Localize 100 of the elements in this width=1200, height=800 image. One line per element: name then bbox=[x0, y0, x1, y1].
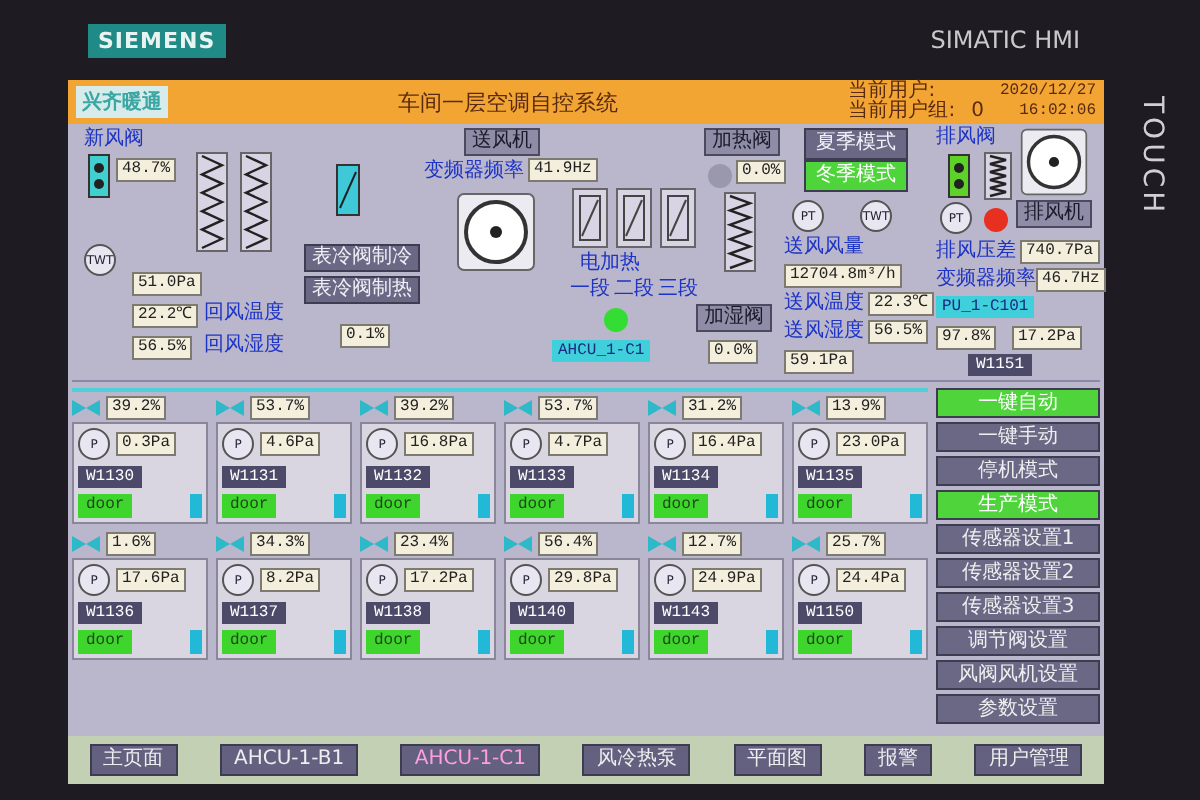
outlet-icon bbox=[622, 494, 634, 518]
door-indicator: door bbox=[222, 630, 277, 654]
exhaust-pressure: 740.7Pa bbox=[1020, 240, 1100, 264]
outlet-icon bbox=[910, 494, 922, 518]
room-name: W1151 bbox=[968, 354, 1033, 376]
valve-mode-button[interactable]: 表冷阀制冷 bbox=[304, 244, 420, 272]
heater-icon bbox=[572, 188, 608, 248]
room-name: W1133 bbox=[510, 466, 575, 488]
control-button[interactable]: 参数设置 bbox=[936, 694, 1100, 724]
room-pressure: 4.6Pa bbox=[260, 432, 321, 456]
valve-icon bbox=[72, 536, 100, 552]
valve-opening: 39.2% bbox=[394, 396, 455, 420]
control-button[interactable]: 传感器设置3 bbox=[936, 592, 1100, 622]
room-pressure: 24.9Pa bbox=[692, 568, 762, 592]
valve-opening: 0.0% bbox=[708, 340, 759, 364]
supply-humidity-label: 送风湿度 bbox=[784, 320, 864, 342]
coil-drawing bbox=[196, 152, 228, 252]
nav-button[interactable]: 主页面 bbox=[89, 744, 178, 776]
brand-badge: SIEMENS bbox=[88, 23, 226, 57]
room-pressure: 29.8Pa bbox=[548, 568, 618, 592]
outlet-icon bbox=[190, 494, 202, 518]
door-indicator: door bbox=[510, 494, 565, 518]
heater-icon bbox=[660, 188, 696, 248]
door-indicator: door bbox=[366, 630, 421, 654]
heater-stage-label: 二段 bbox=[614, 278, 654, 300]
valve-opening: 56.4% bbox=[538, 532, 599, 556]
airflow-label: 送风风量 bbox=[784, 236, 864, 258]
control-button[interactable]: 传感器设置2 bbox=[936, 558, 1100, 588]
valve-opening: 12.7% bbox=[682, 532, 743, 556]
valve-label: 加热阀 bbox=[704, 128, 780, 156]
fan-label: 送风机 bbox=[464, 128, 540, 156]
valve-opening: 31.2% bbox=[682, 396, 743, 420]
frequency-label: 变频器频率 bbox=[936, 268, 1036, 290]
valve-opening: 0.1% bbox=[340, 324, 391, 348]
heater-label: 电加热 bbox=[580, 252, 640, 274]
user-label: 当前用户: bbox=[848, 82, 936, 102]
outlet-icon bbox=[190, 630, 202, 654]
nav-button[interactable]: AHCU-1-B1 bbox=[219, 744, 359, 776]
control-button[interactable]: 停机模式 bbox=[936, 456, 1100, 486]
supply-pressure: 59.1Pa bbox=[784, 350, 854, 374]
room-pressure: 8.2Pa bbox=[260, 568, 321, 592]
damper-icon bbox=[948, 154, 970, 198]
supply-temperature: 22.3℃ bbox=[868, 292, 935, 316]
nav-button[interactable]: AHCU-1-C1 bbox=[400, 744, 541, 776]
valve-icon bbox=[504, 536, 532, 552]
damper-label: 排风阀 bbox=[936, 126, 996, 148]
valve-opening: 53.7% bbox=[250, 396, 311, 420]
room-name: W1138 bbox=[366, 602, 431, 624]
frequency-label: 变频器频率 bbox=[424, 160, 524, 182]
damper-opening: 48.7% bbox=[116, 158, 177, 182]
control-button[interactable]: 传感器设置1 bbox=[936, 524, 1100, 554]
time-text: 16:02:06 bbox=[1019, 102, 1096, 122]
room-name: W1134 bbox=[654, 466, 719, 488]
door-indicator: door bbox=[654, 494, 709, 518]
nav-button[interactable]: 风冷热泵 bbox=[582, 744, 691, 776]
valve-icon bbox=[792, 400, 820, 416]
airflow-value: 12704.8m³/h bbox=[784, 264, 902, 288]
nav-button[interactable]: 报警 bbox=[864, 744, 932, 776]
outlet-icon bbox=[910, 630, 922, 654]
room-pressure: 4.7Pa bbox=[548, 432, 609, 456]
nav-button[interactable]: 平面图 bbox=[733, 744, 822, 776]
nav-button[interactable]: 用户管理 bbox=[974, 744, 1083, 776]
door-indicator: door bbox=[510, 630, 565, 654]
door-indicator: door bbox=[366, 494, 421, 518]
door-indicator: door bbox=[798, 494, 853, 518]
valve-label: 加湿阀 bbox=[696, 304, 772, 332]
return-temperature-label: 回风温度 bbox=[204, 302, 284, 324]
control-button[interactable]: 一键手动 bbox=[936, 422, 1100, 452]
room-name: W1130 bbox=[78, 466, 143, 488]
valve-icon bbox=[360, 536, 388, 552]
control-button[interactable]: 风阀风机设置 bbox=[936, 660, 1100, 690]
unit-name: PU_1-C101 bbox=[936, 296, 1035, 318]
outlet-icon bbox=[766, 630, 778, 654]
heater-stage-label: 三段 bbox=[658, 278, 698, 300]
valve-opening: 39.2% bbox=[106, 396, 167, 420]
valve-mode-button[interactable]: 表冷阀制热 bbox=[304, 276, 420, 304]
room-pressure: 16.4Pa bbox=[692, 432, 762, 456]
valve-opening: 25.7% bbox=[826, 532, 887, 556]
damper-label: 新风阀 bbox=[84, 128, 144, 150]
control-button[interactable]: 调节阀设置 bbox=[936, 626, 1100, 656]
door-indicator: door bbox=[654, 630, 709, 654]
room-pressure: 0.3Pa bbox=[116, 432, 177, 456]
room-pressure: 24.4Pa bbox=[836, 568, 906, 592]
room-pressure: 17.6Pa bbox=[116, 568, 186, 592]
room-name: W1143 bbox=[654, 602, 719, 624]
user-group-label: 当前用户组: bbox=[848, 102, 956, 122]
valve-icon bbox=[792, 536, 820, 552]
valve-icon bbox=[72, 400, 100, 416]
coil-drawing bbox=[240, 152, 272, 252]
screen-title: 车间一层空调自控系统 bbox=[396, 87, 621, 117]
door-indicator: door bbox=[798, 630, 853, 654]
return-temperature: 22.2℃ bbox=[132, 304, 199, 328]
valve-icon bbox=[360, 400, 388, 416]
valve-icon bbox=[648, 400, 676, 416]
pressure-label: 排风压差 bbox=[936, 240, 1016, 262]
coil-drawing bbox=[724, 192, 756, 272]
frequency-value: 41.9Hz bbox=[528, 158, 598, 182]
mode-button[interactable]: 夏季模式 bbox=[804, 128, 908, 160]
unit-name: AHCU_1-C1 bbox=[552, 340, 651, 362]
return-humidity: 56.5% bbox=[132, 336, 193, 360]
